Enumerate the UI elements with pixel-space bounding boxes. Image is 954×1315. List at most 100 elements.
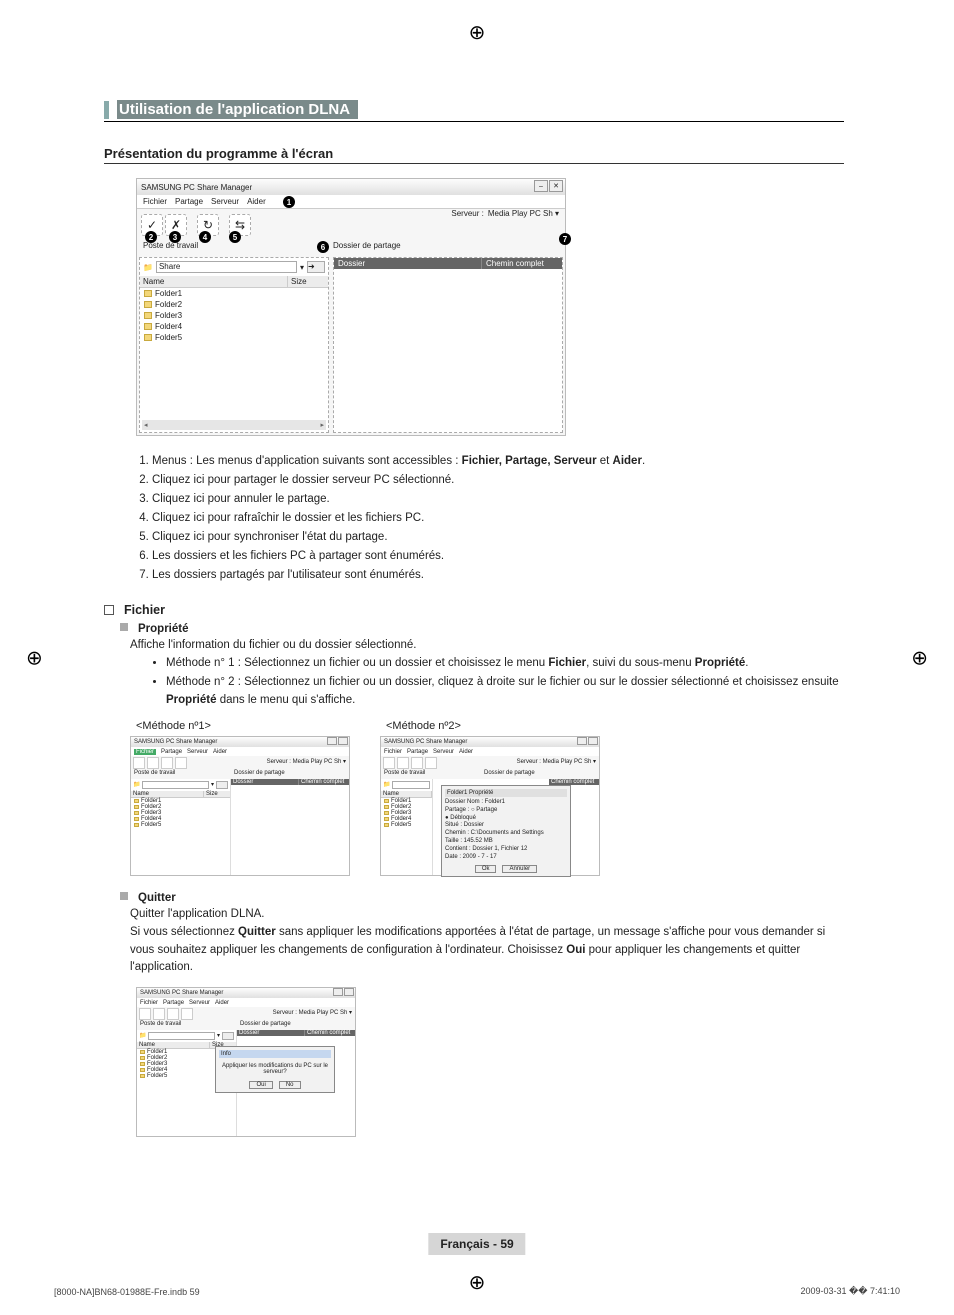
- menu-fichier[interactable]: Fichier: [140, 1000, 158, 1006]
- app-title: SAMSUNG PC Share Manager: [141, 183, 252, 192]
- menu-aider[interactable]: Aider: [247, 197, 266, 206]
- refresh-button[interactable]: [411, 757, 423, 769]
- screenshot-main: SAMSUNG PC Share Manager – ✕ Fichier Par…: [136, 178, 566, 436]
- subsection-propriete: Propriété: [120, 623, 844, 635]
- desc-item: Cliquez ici pour partager le dossier ser…: [152, 471, 844, 490]
- path-input[interactable]: Share: [156, 261, 297, 273]
- minimize-button[interactable]: [333, 988, 343, 996]
- folder-icon: [144, 312, 152, 319]
- path-input[interactable]: [142, 781, 209, 789]
- folder-icon: [144, 301, 152, 308]
- menu-aider[interactable]: Aider: [213, 749, 227, 755]
- registration-mark: ⊕: [469, 1270, 486, 1295]
- property-dialog: Folder1 Propriété Dossier Nom : Folder1 …: [441, 785, 571, 877]
- refresh-button[interactable]: [161, 757, 173, 769]
- menu-serveur[interactable]: Serveur: [187, 749, 208, 755]
- menu-partage[interactable]: Partage: [407, 749, 428, 755]
- path-input[interactable]: [392, 781, 430, 789]
- right-panel: Dossier Chemin complet: [333, 257, 563, 433]
- method-item: Méthode n° 2 : Sélectionnez un fichier o…: [166, 674, 844, 710]
- close-button[interactable]: [338, 737, 348, 745]
- menu-serveur[interactable]: Serveur: [189, 1000, 210, 1006]
- ok-button[interactable]: Ok: [475, 865, 497, 873]
- dialog-title: Info: [219, 1050, 331, 1058]
- method2-caption: <Méthode nº2>: [386, 720, 600, 732]
- menu-aider[interactable]: Aider: [215, 1000, 229, 1006]
- menu-partage[interactable]: Partage: [161, 749, 182, 755]
- confirm-dialog: Info Appliquer les modifications du PC s…: [215, 1046, 335, 1093]
- server-dropdown[interactable]: Media Play PC Sh ▾: [299, 1010, 352, 1016]
- print-info-left: [8000-NA]BN68-01988E-Fre.indb 59: [54, 1287, 200, 1297]
- menu-fichier[interactable]: Fichier: [143, 197, 167, 206]
- menu-fichier[interactable]: Fichier: [134, 749, 156, 755]
- screenshot-method1: SAMSUNG PC Share Manager FichierPartageS…: [130, 736, 350, 876]
- screenshot-quit: SAMSUNG PC Share Manager FichierPartageS…: [136, 987, 356, 1137]
- minimize-button[interactable]: [327, 737, 337, 745]
- menu-fichier[interactable]: Fichier: [384, 749, 402, 755]
- share-button[interactable]: [133, 757, 145, 769]
- folder-row[interactable]: Folder5: [131, 822, 230, 828]
- dialog-text: Appliquer les modifications du PC sur le…: [219, 1061, 331, 1077]
- go-button[interactable]: [216, 781, 228, 789]
- registration-mark: ⊕: [469, 20, 486, 45]
- share-button[interactable]: [139, 1008, 151, 1020]
- method-item: Méthode n° 1 : Sélectionnez un fichier o…: [166, 655, 844, 673]
- server-indicator: Serveur : Media Play PC Sh ▾: [451, 209, 559, 218]
- description-list: Menus : Les menus d'application suivants…: [152, 452, 844, 585]
- menu-partage[interactable]: Partage: [175, 197, 203, 206]
- menu-serveur[interactable]: Serveur: [211, 197, 239, 206]
- left-panel-label: Poste de travail: [137, 241, 327, 255]
- path-dropdown-icon[interactable]: ▾: [217, 1032, 220, 1040]
- page-title: Utilisation de l'application DLNA: [117, 100, 358, 119]
- method2-block: <Méthode nº2> SAMSUNG PC Share Manager F…: [380, 720, 600, 876]
- toolbar: ✓ ✗ ↻ ⇆ 2 3 4 5 Serveur : Media Play PC …: [137, 209, 565, 241]
- server-dropdown[interactable]: Media Play PC Sh ▾: [543, 759, 596, 765]
- go-button[interactable]: ➜: [307, 261, 325, 273]
- menu-partage[interactable]: Partage: [163, 1000, 184, 1006]
- menu-serveur[interactable]: Serveur: [433, 749, 454, 755]
- square-bullet-small-icon: [120, 892, 128, 900]
- path-dropdown-icon[interactable]: ▾: [211, 781, 214, 789]
- go-button[interactable]: [222, 1032, 234, 1040]
- close-button[interactable]: ✕: [549, 180, 563, 192]
- close-button[interactable]: [588, 737, 598, 745]
- method1-block: <Méthode nº1> SAMSUNG PC Share Manager F…: [130, 720, 350, 876]
- cancel-button[interactable]: Annuler: [502, 865, 537, 873]
- no-button[interactable]: No: [279, 1081, 301, 1089]
- unshare-button[interactable]: [153, 1008, 165, 1020]
- column-chemin[interactable]: Chemin complet: [482, 258, 562, 269]
- folder-row[interactable]: Folder3: [140, 310, 328, 321]
- path-dropdown-icon[interactable]: ▾: [300, 263, 304, 272]
- server-dropdown[interactable]: Media Play PC Sh ▾: [488, 209, 559, 218]
- folder-row[interactable]: Folder1: [140, 288, 328, 299]
- desc-item: Cliquez ici pour annuler le partage.: [152, 490, 844, 509]
- square-bullet-small-icon: [120, 623, 128, 631]
- method1-caption: <Méthode nº1>: [136, 720, 350, 732]
- scrollbar[interactable]: ◂▸: [142, 420, 326, 430]
- server-dropdown[interactable]: Media Play PC Sh ▾: [293, 759, 346, 765]
- folder-row[interactable]: Folder4: [140, 321, 328, 332]
- folder-row[interactable]: Folder5: [381, 822, 432, 828]
- minimize-button[interactable]: –: [534, 180, 548, 192]
- close-button[interactable]: [344, 988, 354, 996]
- dialog-title: Folder1 Propriété: [445, 789, 567, 797]
- right-panel-label: Dossier de partage: [327, 241, 565, 255]
- minimize-button[interactable]: [577, 737, 587, 745]
- column-dossier[interactable]: Dossier: [334, 258, 482, 269]
- path-input[interactable]: [148, 1032, 215, 1040]
- unshare-button[interactable]: [147, 757, 159, 769]
- share-button[interactable]: [383, 757, 395, 769]
- refresh-button[interactable]: [167, 1008, 179, 1020]
- menu-aider[interactable]: Aider: [459, 749, 473, 755]
- yes-button[interactable]: Oui: [249, 1081, 272, 1089]
- sync-button[interactable]: [175, 757, 187, 769]
- sync-button[interactable]: [425, 757, 437, 769]
- column-size[interactable]: Size: [288, 276, 328, 287]
- column-name[interactable]: Name: [140, 276, 288, 287]
- unshare-button[interactable]: [397, 757, 409, 769]
- folder-row[interactable]: Folder2: [140, 299, 328, 310]
- folder-row[interactable]: Folder5: [140, 332, 328, 343]
- quitter-text1: Quitter l'application DLNA.: [130, 906, 844, 924]
- sync-button[interactable]: [181, 1008, 193, 1020]
- quitter-text2: Si vous sélectionnez Quitter sans appliq…: [130, 924, 844, 977]
